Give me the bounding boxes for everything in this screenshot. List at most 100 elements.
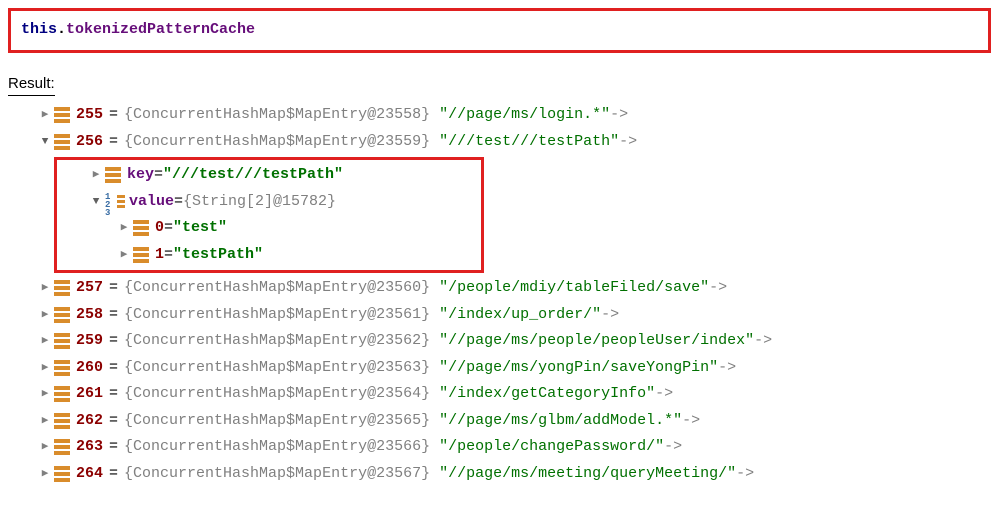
object-icon bbox=[105, 167, 121, 183]
key-label: key bbox=[127, 164, 154, 187]
highlighted-children: ▶ key = "///test///testPath" ▼ 123 value… bbox=[54, 157, 484, 273]
object-icon bbox=[54, 360, 70, 376]
tree-entry[interactable]: ▶ 262 = {ConcurrentHashMap$MapEntry@2356… bbox=[8, 408, 995, 435]
entry-path: "//page/ms/meeting/queryMeeting/" bbox=[439, 463, 736, 486]
entry-type: {ConcurrentHashMap$MapEntry@23561} bbox=[124, 304, 430, 327]
entry-index: 264 bbox=[76, 463, 103, 486]
entry-arrow: -> bbox=[610, 104, 628, 127]
entry-path: "//page/ms/login.*" bbox=[439, 104, 610, 127]
tree-entry[interactable]: ▶ 260 = {ConcurrentHashMap$MapEntry@2356… bbox=[8, 355, 995, 382]
chevron-right-icon[interactable]: ▶ bbox=[36, 333, 54, 350]
entry-type: {ConcurrentHashMap$MapEntry@23564} bbox=[124, 383, 430, 406]
entry-path: "/index/getCategoryInfo" bbox=[439, 383, 655, 406]
tree-entry[interactable]: ▶ 258 = {ConcurrentHashMap$MapEntry@2356… bbox=[8, 302, 995, 329]
chevron-right-icon[interactable]: ▶ bbox=[36, 307, 54, 324]
result-tree: ▶ 255 = {ConcurrentHashMap$MapEntry@2355… bbox=[8, 102, 995, 487]
tree-entry[interactable]: ▶ 257 = {ConcurrentHashMap$MapEntry@2356… bbox=[8, 275, 995, 302]
equals-sign: = bbox=[109, 357, 118, 380]
entry-path: "/people/changePassword/" bbox=[439, 436, 664, 459]
entry-arrow: -> bbox=[754, 330, 772, 353]
tree-entry[interactable]: ▶ 264 = {ConcurrentHashMap$MapEntry@2356… bbox=[8, 461, 995, 488]
entry-path: "//page/ms/yongPin/saveYongPin" bbox=[439, 357, 718, 380]
object-icon bbox=[54, 466, 70, 482]
entry-arrow: -> bbox=[664, 436, 682, 459]
chevron-right-icon[interactable]: ▶ bbox=[36, 386, 54, 403]
array-index: 0 bbox=[155, 217, 164, 240]
object-icon bbox=[54, 333, 70, 349]
object-icon bbox=[54, 413, 70, 429]
chevron-right-icon[interactable]: ▶ bbox=[115, 247, 133, 264]
tree-entry[interactable]: ▶ 261 = {ConcurrentHashMap$MapEntry@2356… bbox=[8, 381, 995, 408]
chevron-right-icon[interactable]: ▶ bbox=[36, 413, 54, 430]
chevron-down-icon[interactable]: ▼ bbox=[36, 134, 54, 151]
array-item[interactable]: ▶ 1 = "testPath" bbox=[59, 242, 481, 269]
object-icon bbox=[54, 280, 70, 296]
entry-index: 262 bbox=[76, 410, 103, 433]
object-icon bbox=[54, 307, 70, 323]
entry-arrow: -> bbox=[619, 131, 637, 154]
expr-member: tokenizedPatternCache bbox=[66, 21, 255, 38]
equals-sign: = bbox=[109, 330, 118, 353]
entry-arrow: -> bbox=[718, 357, 736, 380]
equals-sign: = bbox=[109, 277, 118, 300]
entry-path: "//page/ms/people/peopleUser/index" bbox=[439, 330, 754, 353]
tree-entry[interactable]: ▶ 255 = {ConcurrentHashMap$MapEntry@2355… bbox=[8, 102, 995, 129]
entry-index: 257 bbox=[76, 277, 103, 300]
entry-arrow: -> bbox=[682, 410, 700, 433]
entry-type: {ConcurrentHashMap$MapEntry@23563} bbox=[124, 357, 430, 380]
object-icon bbox=[54, 134, 70, 150]
array-value: "testPath" bbox=[173, 244, 263, 267]
equals-sign: = bbox=[109, 131, 118, 154]
entry-arrow: -> bbox=[655, 383, 673, 406]
equals-sign: = bbox=[109, 304, 118, 327]
entry-path: "/index/up_order/" bbox=[439, 304, 601, 327]
tree-entry[interactable]: ▶ 263 = {ConcurrentHashMap$MapEntry@2356… bbox=[8, 434, 995, 461]
expr-dot: . bbox=[57, 21, 66, 38]
entry-index: 258 bbox=[76, 304, 103, 327]
entry-index: 259 bbox=[76, 330, 103, 353]
array-icon: 123 bbox=[105, 194, 125, 210]
entry-type: {ConcurrentHashMap$MapEntry@23567} bbox=[124, 463, 430, 486]
chevron-right-icon[interactable]: ▶ bbox=[36, 439, 54, 456]
entry-type: {ConcurrentHashMap$MapEntry@23559} bbox=[124, 131, 430, 154]
equals-sign: = bbox=[109, 463, 118, 486]
entry-arrow: -> bbox=[709, 277, 727, 300]
chevron-right-icon[interactable]: ▶ bbox=[36, 466, 54, 483]
value-type: {String[2]@15782} bbox=[183, 191, 336, 214]
chevron-down-icon[interactable]: ▼ bbox=[87, 194, 105, 211]
object-icon bbox=[54, 107, 70, 123]
array-value: "test" bbox=[173, 217, 227, 240]
entry-index: 260 bbox=[76, 357, 103, 380]
entry-index: 261 bbox=[76, 383, 103, 406]
entry-index: 263 bbox=[76, 436, 103, 459]
key-value: "///test///testPath" bbox=[163, 164, 343, 187]
entry-arrow: -> bbox=[736, 463, 754, 486]
array-item[interactable]: ▶ 0 = "test" bbox=[59, 215, 481, 242]
value-label: value bbox=[129, 191, 174, 214]
entry-type: {ConcurrentHashMap$MapEntry@23562} bbox=[124, 330, 430, 353]
entry-path: "/people/mdiy/tableFiled/save" bbox=[439, 277, 709, 300]
object-icon bbox=[133, 247, 149, 263]
entry-index: 255 bbox=[76, 104, 103, 127]
entry-path: "///test///testPath" bbox=[439, 131, 619, 154]
entry-type: {ConcurrentHashMap$MapEntry@23558} bbox=[124, 104, 430, 127]
expression-evaluator[interactable]: this.tokenizedPatternCache bbox=[8, 8, 991, 53]
tree-entry[interactable]: ▼ 256 = {ConcurrentHashMap$MapEntry@2355… bbox=[8, 129, 995, 156]
chevron-right-icon[interactable]: ▶ bbox=[36, 360, 54, 377]
tree-entry[interactable]: ▶ 259 = {ConcurrentHashMap$MapEntry@2356… bbox=[8, 328, 995, 355]
object-icon bbox=[54, 386, 70, 402]
tree-entry-value[interactable]: ▼ 123 value = {String[2]@15782} bbox=[59, 189, 481, 216]
chevron-right-icon[interactable]: ▶ bbox=[87, 167, 105, 184]
object-icon bbox=[133, 220, 149, 236]
equals-sign: = bbox=[154, 164, 163, 187]
equals-sign: = bbox=[109, 410, 118, 433]
entry-type: {ConcurrentHashMap$MapEntry@23560} bbox=[124, 277, 430, 300]
chevron-right-icon[interactable]: ▶ bbox=[36, 280, 54, 297]
equals-sign: = bbox=[109, 436, 118, 459]
tree-entry-key[interactable]: ▶ key = "///test///testPath" bbox=[59, 162, 481, 189]
equals-sign: = bbox=[109, 383, 118, 406]
entry-type: {ConcurrentHashMap$MapEntry@23565} bbox=[124, 410, 430, 433]
chevron-right-icon[interactable]: ▶ bbox=[115, 220, 133, 237]
object-icon bbox=[54, 439, 70, 455]
chevron-right-icon[interactable]: ▶ bbox=[36, 107, 54, 124]
